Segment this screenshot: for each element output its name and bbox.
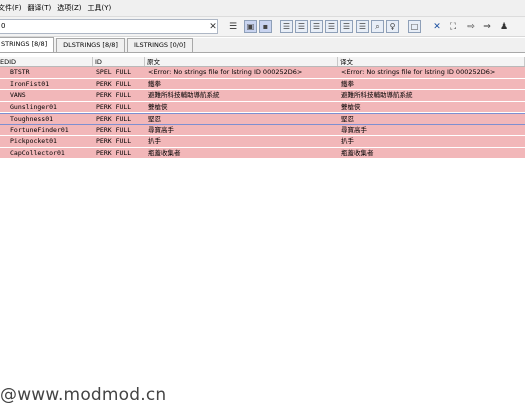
layout-2-icon[interactable]: ☰ <box>295 20 308 33</box>
cell-edid: IronFist01 <box>10 79 50 88</box>
clear-search-icon[interactable]: ✕ <box>206 19 220 34</box>
cell-id: SPEL FULL <box>96 68 132 76</box>
cell-source: 鐵拳 <box>148 79 161 88</box>
table-body: BTSTR SPEL FULL <Error: No strings file … <box>0 67 525 159</box>
cell-edid: Gunslinger01 <box>10 102 57 111</box>
cell-source: 扒手 <box>148 137 161 145</box>
strings-table: EDID ID 原文 译文 BTSTR SPEL FULL <Error: No… <box>0 57 525 159</box>
cell-id: PERK FULL <box>96 79 132 88</box>
cell-source: <Error: No strings file for lstring ID 0… <box>148 68 303 76</box>
cell-target: 尋寶高手 <box>341 125 367 134</box>
header-id[interactable]: ID <box>93 57 145 66</box>
cell-edid: VANS <box>10 91 26 99</box>
cell-target: <Error: No strings file for lstring ID 0… <box>341 68 496 76</box>
toolbar: 0 ✕ ☰ ▣ ▪ ☰ ☰ ☰ ☰ ☰ ☰ ⌕ ♀ □ ✕ ⛶ ⇨ ⇒ ♟ <box>0 17 525 37</box>
tab-bar: STRINGS [8/8] DLSTRINGS [8/8] ILSTRINGS … <box>0 37 525 53</box>
menu-translate[interactable]: 翻译(T) <box>28 3 58 13</box>
header-edid[interactable]: EDID <box>0 57 93 66</box>
table-row[interactable]: Pickpocket01 PERK FULL 扒手 扒手 <box>0 136 525 148</box>
menu-options[interactable]: 选项(Z) <box>57 3 87 13</box>
cell-source: 堅忍 <box>148 115 161 123</box>
cell-id: PERK FULL <box>96 137 132 145</box>
cell-target: 避難所科技輔助導航系統 <box>341 91 413 99</box>
table-row[interactable]: IronFist01 PERK FULL 鐵拳 鐵拳 <box>0 78 525 90</box>
cell-source: 避難所科技輔助導航系統 <box>148 91 220 99</box>
layout-6-icon[interactable]: ☰ <box>356 20 369 33</box>
cell-target: 堅忍 <box>341 115 354 123</box>
table-row[interactable]: Gunslinger01 PERK FULL 雙槍俠 雙槍俠 <box>0 101 525 113</box>
close-icon[interactable]: ✕ <box>430 19 444 34</box>
layout-5-icon[interactable]: ☰ <box>340 20 353 33</box>
cell-target: 雙槍俠 <box>341 102 361 111</box>
cell-id: PERK FULL <box>96 91 132 99</box>
table-row-selected[interactable]: Toughness01 PERK FULL 堅忍 堅忍 <box>0 113 525 125</box>
table-row[interactable]: VANS PERK FULL 避難所科技輔助導航系統 避難所科技輔助導航系統 <box>0 90 525 102</box>
cell-edid: Toughness01 <box>10 115 54 123</box>
menu-tools[interactable]: 工具(Y) <box>88 3 118 13</box>
cell-id: PERK FULL <box>96 148 132 157</box>
tab-ilstrings[interactable]: ILSTRINGS [0/0] <box>126 38 193 52</box>
table-row[interactable]: FortuneFinder01 PERK FULL 尋寶高手 尋寶高手 <box>0 124 525 136</box>
watermark-text: @www.modmod.cn <box>0 385 167 403</box>
cell-edid: CapCollector01 <box>10 148 65 157</box>
cell-target: 鐵拳 <box>341 79 354 88</box>
cell-id: PERK FULL <box>96 102 132 111</box>
menu-file[interactable]: 文件(F) <box>0 3 28 13</box>
import-icon[interactable]: ⇒ <box>480 19 494 34</box>
table-header: EDID ID 原文 译文 <box>0 57 525 67</box>
cell-edid: FortuneFinder01 <box>10 125 69 134</box>
cell-edid: BTSTR <box>10 68 30 76</box>
cell-source: 雙槍俠 <box>148 102 168 111</box>
find-icon[interactable]: ⌕ <box>371 20 384 33</box>
header-source[interactable]: 原文 <box>145 57 338 66</box>
table-row[interactable]: CapCollector01 PERK FULL 瓶蓋收集者 瓶蓋收集者 <box>0 147 525 159</box>
cell-id: PERK FULL <box>96 115 132 123</box>
table-row[interactable]: BTSTR SPEL FULL <Error: No strings file … <box>0 67 525 79</box>
cell-edid: Pickpocket01 <box>10 137 57 145</box>
expand-icon[interactable]: ⛶ <box>446 19 460 34</box>
box-icon[interactable]: □ <box>408 20 421 33</box>
tab-dlstrings[interactable]: DLSTRINGS [8/8] <box>56 38 125 52</box>
list-view-icon[interactable]: ☰ <box>226 19 240 34</box>
tab-strings[interactable]: STRINGS [8/8] <box>0 37 55 52</box>
export-icon[interactable]: ⇨ <box>464 19 478 34</box>
layout-1-icon[interactable]: ☰ <box>280 20 293 33</box>
cell-source: 尋寶高手 <box>148 125 174 134</box>
search-input[interactable]: 0 <box>0 19 218 34</box>
lightbulb-icon[interactable]: ♀ <box>386 20 399 33</box>
cell-target: 瓶蓋收集者 <box>341 148 374 157</box>
cell-source: 瓶蓋收集者 <box>148 148 181 157</box>
cell-id: PERK FULL <box>96 125 132 134</box>
header-target[interactable]: 译文 <box>338 57 525 66</box>
mark-icon[interactable]: ▪ <box>259 20 272 33</box>
cell-target: 扒手 <box>341 137 354 145</box>
menu-bar: 文件(F) 翻译(T) 选项(Z) 工具(Y) <box>0 0 525 17</box>
layout-4-icon[interactable]: ☰ <box>325 20 338 33</box>
user-icon[interactable]: ♟ <box>497 19 511 34</box>
layout-3-icon[interactable]: ☰ <box>310 20 323 33</box>
filter-icon[interactable]: ▣ <box>244 20 257 33</box>
